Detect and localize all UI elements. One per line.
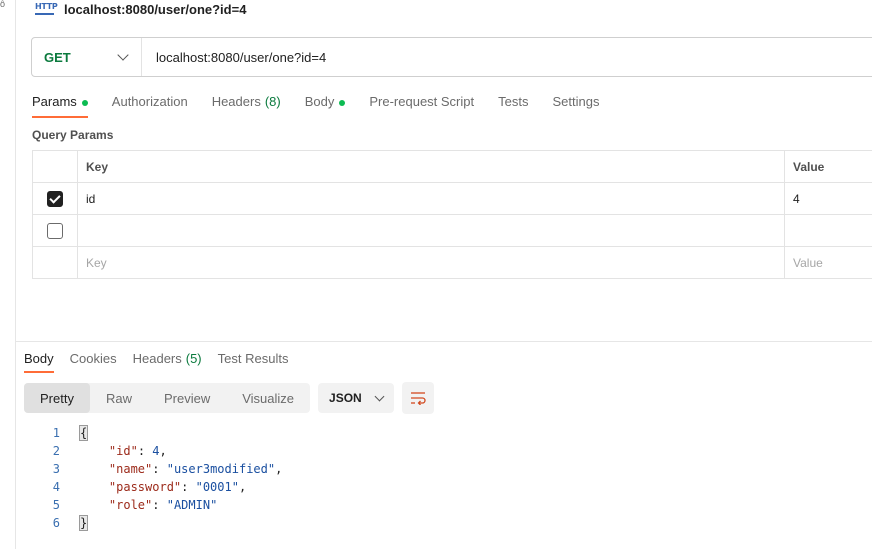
pane-divider[interactable]: [15, 341, 872, 342]
response-toolbar: Pretty Raw Preview Visualize JSON: [24, 382, 435, 414]
line-number: 5: [52, 498, 60, 512]
tab-pre-request-script[interactable]: Pre-request Script: [369, 92, 474, 118]
param-key-cell[interactable]: id: [77, 182, 785, 215]
request-tabs: Params Authorization Headers (8) Body Pre…: [32, 92, 623, 118]
wrap-lines-button[interactable]: [402, 382, 435, 414]
open-brace: {: [78, 425, 89, 441]
wrap-lines-icon: [411, 392, 426, 405]
tab-body[interactable]: Body: [305, 92, 346, 118]
preview-button[interactable]: Preview: [148, 383, 226, 413]
http-badge-text: HTTP: [35, 2, 58, 11]
raw-button[interactable]: Raw: [90, 383, 148, 413]
json-key: "password": [108, 480, 182, 494]
url-input[interactable]: localhost:8080/user/one?id=4: [142, 50, 326, 65]
tab-test-results[interactable]: Test Results: [218, 349, 289, 373]
key-column-header: Key: [77, 150, 785, 183]
param-checkbox[interactable]: [47, 190, 63, 207]
code-line: 4 "password": "0001",: [24, 478, 282, 496]
table-row: [32, 214, 872, 247]
request-title[interactable]: localhost:8080/user/one?id=4: [64, 2, 246, 17]
params-dot-icon: [81, 100, 88, 106]
code-line: 5 "role": "ADMIN": [24, 496, 282, 514]
param-checkbox[interactable]: [47, 222, 63, 239]
new-value-input[interactable]: Value: [784, 246, 872, 279]
tab-tests[interactable]: Tests: [498, 92, 528, 118]
line-number: 6: [52, 516, 60, 530]
new-key-input[interactable]: Key: [77, 246, 785, 279]
response-body-code[interactable]: 1{ 2 "id": 4, 3 "name": "user3modified",…: [24, 424, 282, 532]
view-mode-group: Pretty Raw Preview Visualize: [24, 383, 311, 413]
json-value: "user3modified": [166, 462, 276, 476]
json-key: "name": [108, 462, 153, 476]
code-line: 2 "id": 4,: [24, 442, 282, 460]
strip-glyph: ô: [0, 0, 6, 9]
code-line: 6}: [24, 514, 282, 532]
line-number: 4: [52, 480, 60, 494]
tab-settings[interactable]: Settings: [552, 92, 599, 118]
new-param-row: Key Value: [32, 246, 872, 279]
json-value: "0001": [195, 480, 239, 494]
method-label: GET: [44, 49, 71, 65]
json-value: "ADMIN": [166, 498, 218, 512]
query-params-label: Query Params: [32, 128, 114, 142]
json-key: "id": [108, 444, 138, 458]
left-strip: ô: [0, 0, 16, 549]
code-line: 3 "name": "user3modified",: [24, 460, 283, 478]
line-number: 1: [52, 426, 60, 440]
response-tabs: Body Cookies Headers (5) Test Results: [24, 349, 304, 373]
tab-response-headers[interactable]: Headers (5): [133, 349, 202, 373]
pretty-button[interactable]: Pretty: [24, 383, 90, 413]
format-label: JSON: [329, 391, 362, 405]
query-params-table: Key Value id 4 Key Value: [32, 150, 872, 279]
line-number: 3: [52, 462, 60, 476]
json-value: 4: [152, 444, 160, 458]
body-dot-icon: [339, 100, 346, 106]
visualize-button[interactable]: Visualize: [226, 383, 310, 413]
chevron-down-icon: [374, 391, 385, 402]
request-header: HTTP localhost:8080/user/one?id=4: [34, 0, 246, 18]
param-value-cell[interactable]: [784, 214, 872, 247]
http-icon: HTTP: [34, 2, 58, 16]
code-line: 1{: [24, 424, 282, 442]
json-key: "role": [108, 498, 153, 512]
response-headers-count: (5): [185, 351, 202, 366]
tab-params[interactable]: Params: [32, 92, 88, 118]
tab-response-body[interactable]: Body: [24, 349, 54, 373]
tab-cookies[interactable]: Cookies: [70, 349, 117, 373]
headers-count: (8): [264, 94, 281, 109]
tab-authorization[interactable]: Authorization: [112, 92, 188, 118]
format-select[interactable]: JSON: [318, 383, 395, 413]
param-key-cell[interactable]: [77, 214, 785, 247]
line-number: 2: [52, 444, 60, 458]
close-brace: }: [78, 515, 89, 531]
value-column-header: Value: [784, 150, 872, 183]
chevron-down-icon: [117, 49, 129, 61]
param-value-cell[interactable]: 4: [784, 182, 872, 215]
tab-headers[interactable]: Headers (8): [212, 92, 281, 118]
method-select[interactable]: GET: [32, 38, 142, 76]
url-bar: GET localhost:8080/user/one?id=4: [31, 37, 872, 77]
table-row: id 4: [32, 182, 872, 215]
table-header-row: Key Value: [32, 150, 872, 183]
